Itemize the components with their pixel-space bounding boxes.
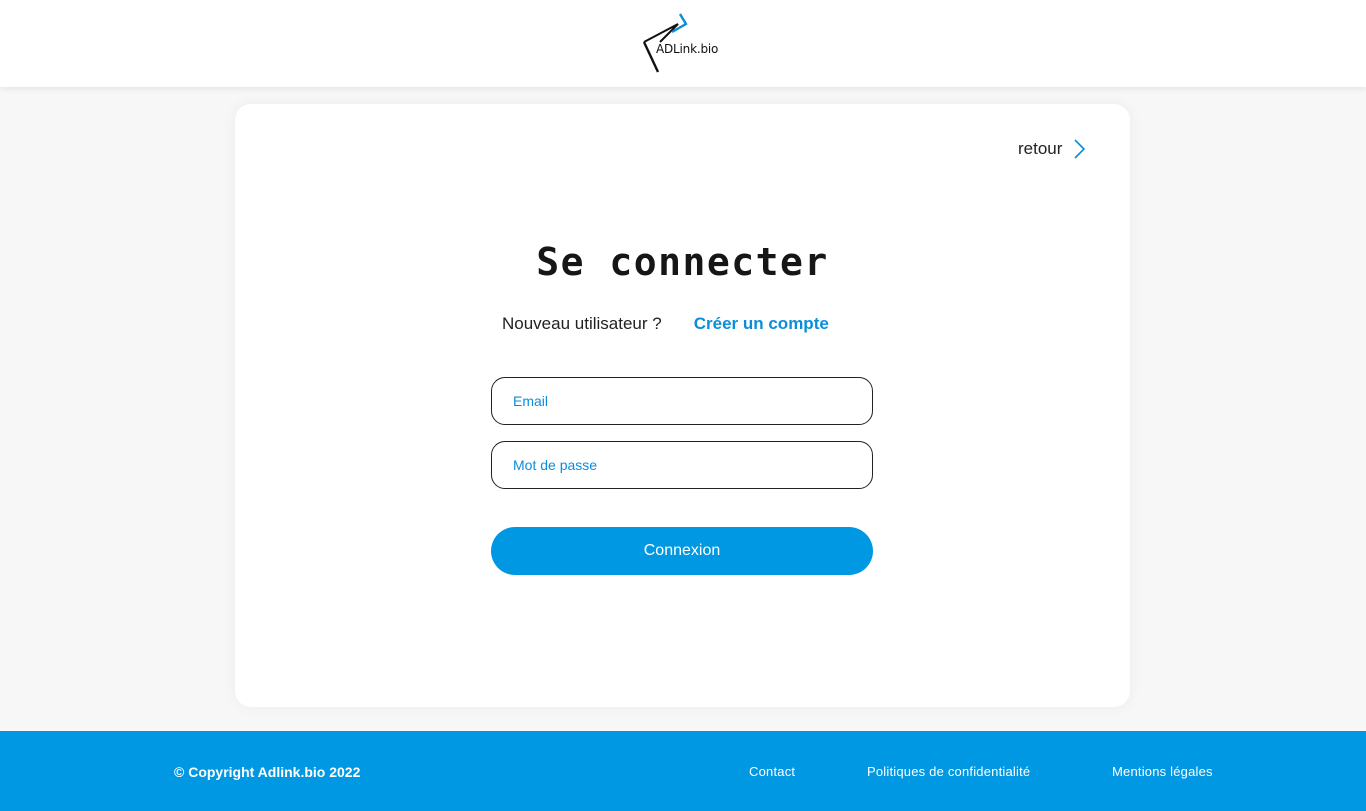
password-input[interactable] <box>513 457 851 473</box>
site-header: ADLink.bio <box>0 0 1366 87</box>
email-field <box>491 377 873 425</box>
footer-link-legal[interactable]: Mentions légales <box>1112 764 1213 779</box>
logo-text: ADLink.bio <box>656 42 719 56</box>
adlink-logo[interactable]: ADLink.bio <box>640 12 730 74</box>
password-field <box>491 441 873 489</box>
chevron-right-icon <box>1074 139 1086 159</box>
new-user-question: Nouveau utilisateur ? <box>502 314 662 333</box>
signup-row: Nouveau utilisateur ? Créer un compte <box>502 314 882 334</box>
footer-link-privacy[interactable]: Politiques de confidentialité <box>867 764 1030 779</box>
back-label: retour <box>1018 139 1063 158</box>
copyright-text: © Copyright Adlink.bio 2022 <box>174 764 361 780</box>
page-title: Se connecter <box>536 240 829 284</box>
footer-link-contact[interactable]: Contact <box>749 764 795 779</box>
back-link[interactable]: retour <box>1018 138 1086 160</box>
email-input[interactable] <box>513 393 851 409</box>
login-card: retour Se connecter Nouveau utilisateur … <box>235 104 1130 707</box>
site-footer: © Copyright Adlink.bio 2022 Contact Poli… <box>0 731 1366 811</box>
connexion-button[interactable]: Connexion <box>491 527 873 575</box>
create-account-link[interactable]: Créer un compte <box>694 314 829 334</box>
